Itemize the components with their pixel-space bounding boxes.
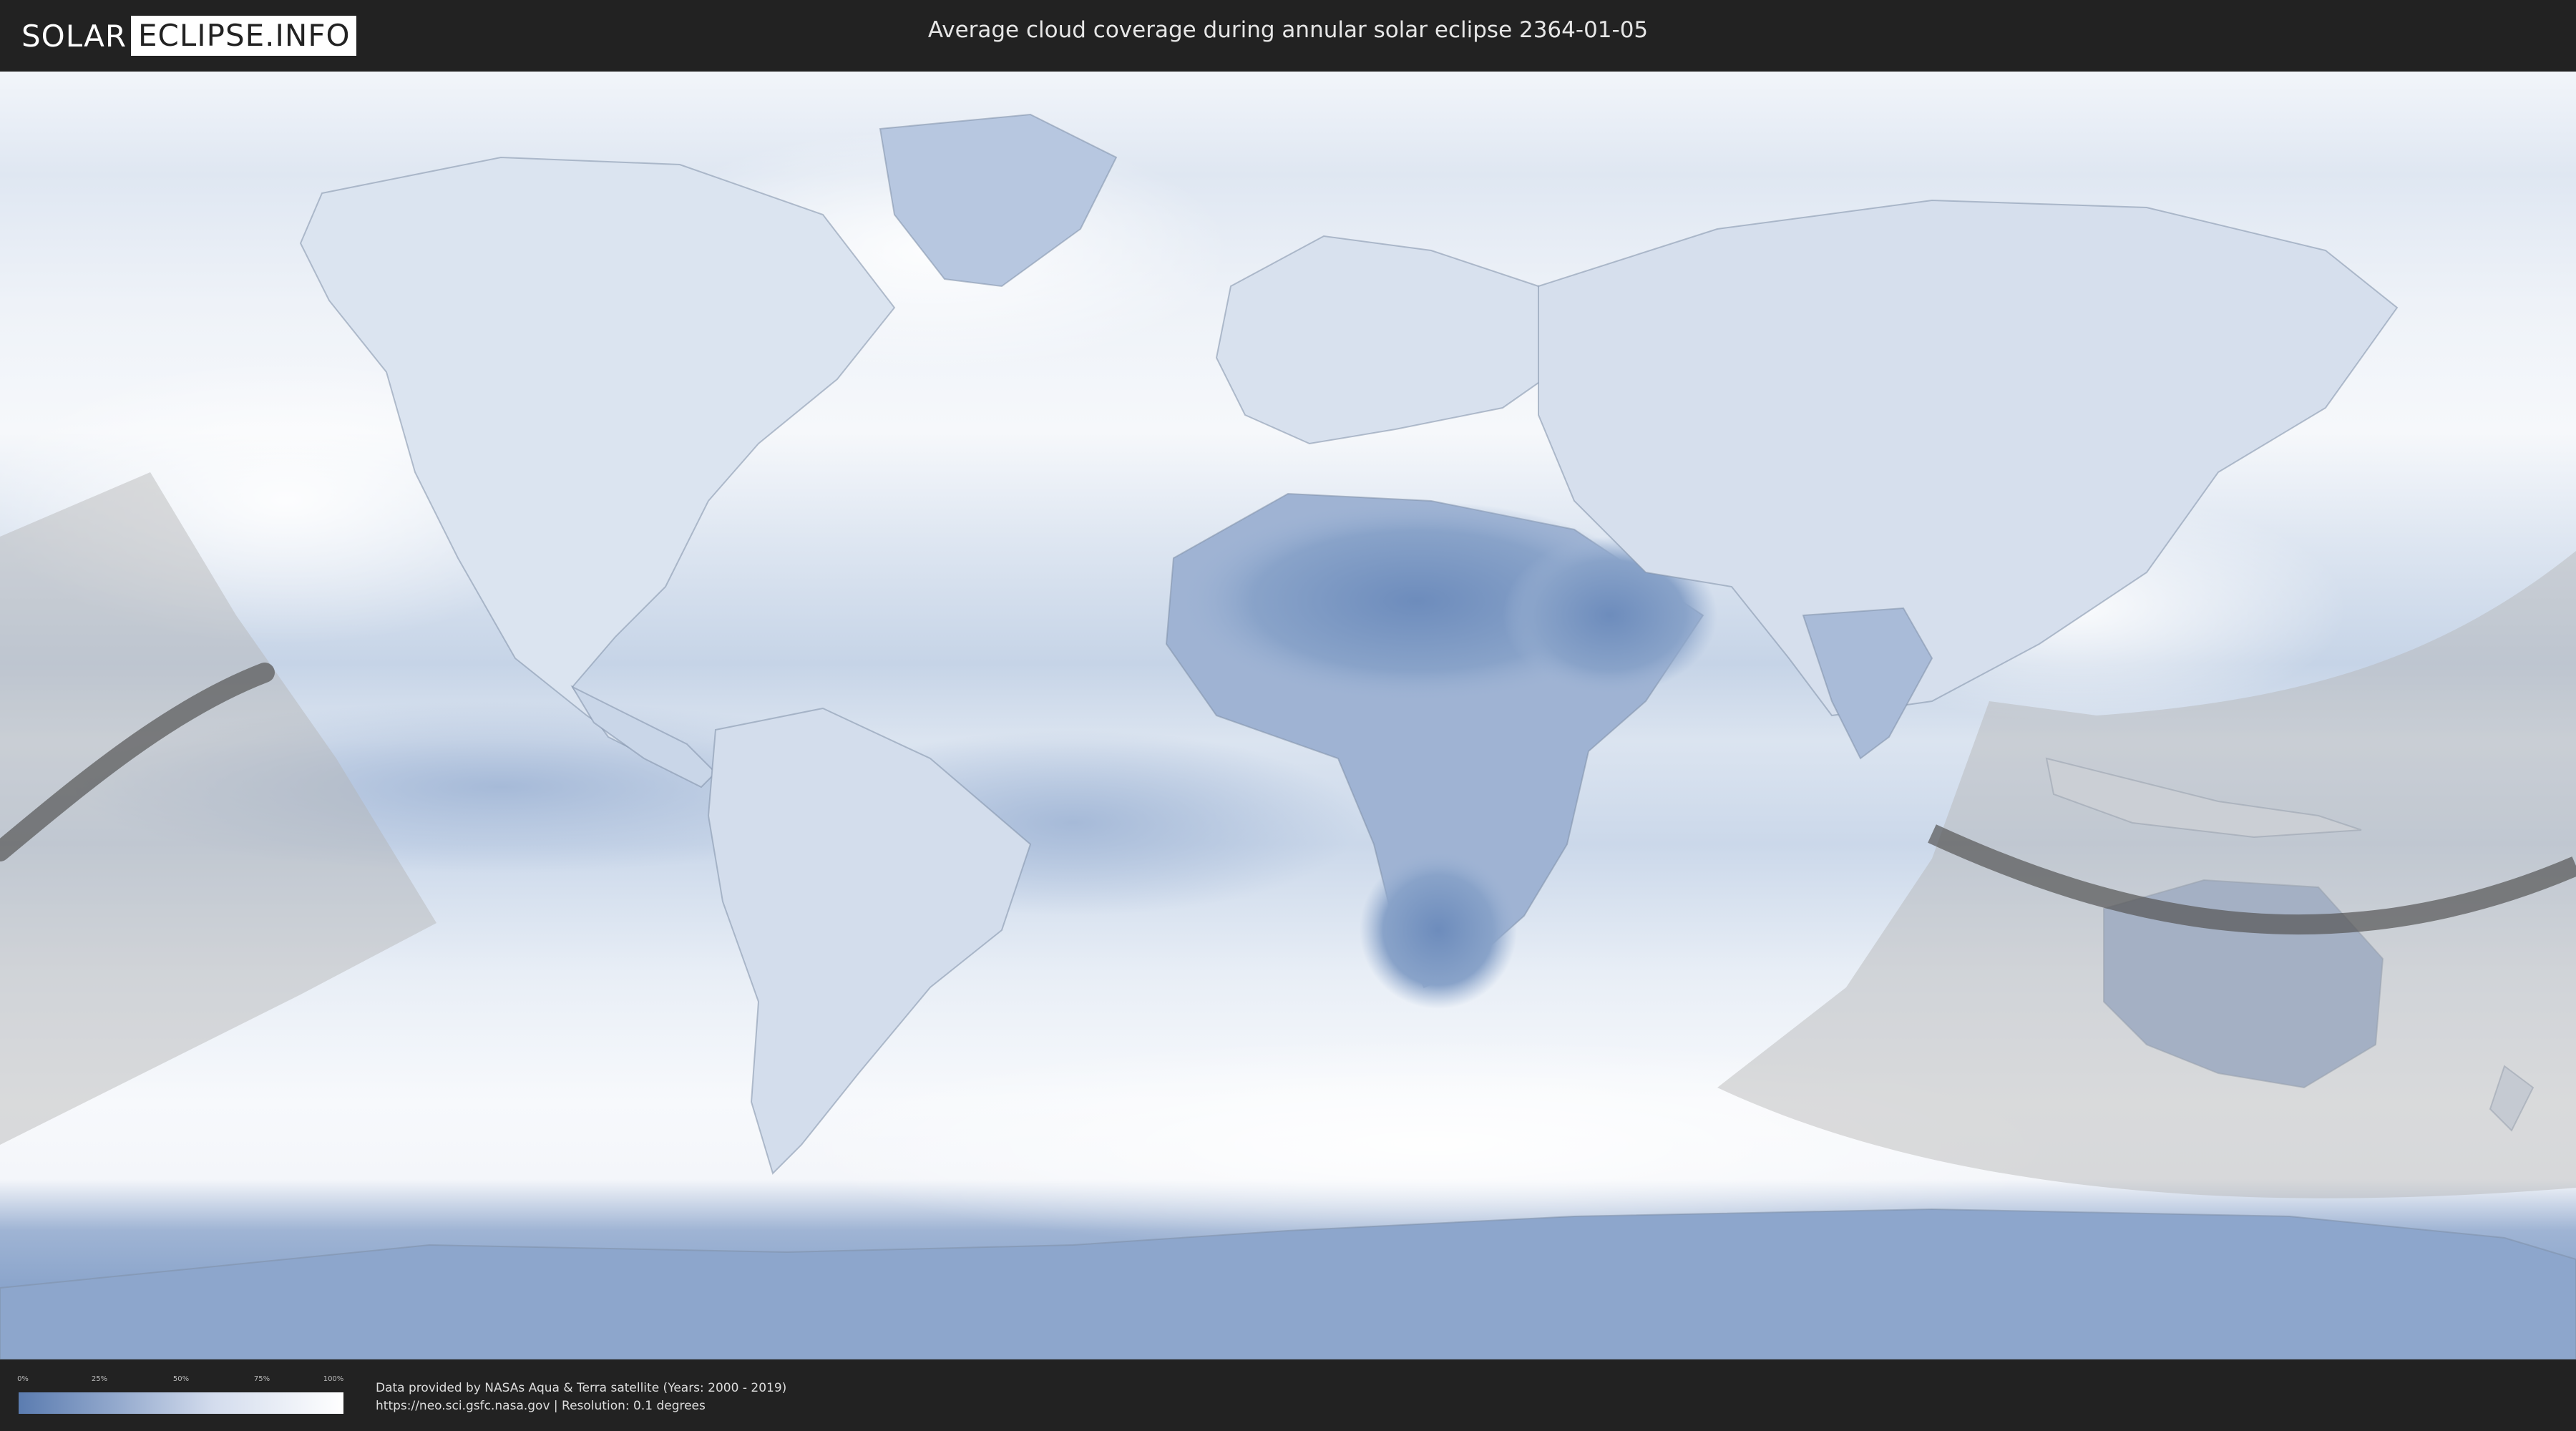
cloud-coverage-legend: 0% 25% 50% 75% 100%: [17, 1375, 344, 1415]
credit-line-data-source: Data provided by NASAs Aqua & Terra sate…: [376, 1381, 787, 1395]
data-credits: Data provided by NASAs Aqua & Terra sate…: [376, 1379, 786, 1415]
page: SOLAR ECLIPSE.INFO Average cloud coverag…: [0, 0, 2576, 1431]
page-title: Average cloud coverage during annular so…: [927, 17, 1649, 43]
legend-tick-50: 50%: [172, 1375, 190, 1383]
credit-line-url[interactable]: https://neo.sci.gsfc.nasa.gov | Resoluti…: [376, 1397, 786, 1415]
world-map-svg: [0, 72, 2576, 1359]
legend-tick-100: 100%: [323, 1375, 344, 1383]
legend-gradient-bar: [19, 1392, 343, 1414]
footer-bar: 0% 25% 50% 75% 100% Data provided by NAS…: [0, 1359, 2576, 1431]
legend-ticks: 0% 25% 50% 75% 100%: [17, 1375, 344, 1385]
legend-tick-25: 25%: [91, 1375, 108, 1383]
cloud-coverage-map: [0, 72, 2576, 1359]
legend-tick-0: 0%: [17, 1375, 29, 1383]
header-bar: SOLAR ECLIPSE.INFO Average cloud coverag…: [0, 0, 2576, 72]
legend-tick-75: 75%: [253, 1375, 270, 1383]
